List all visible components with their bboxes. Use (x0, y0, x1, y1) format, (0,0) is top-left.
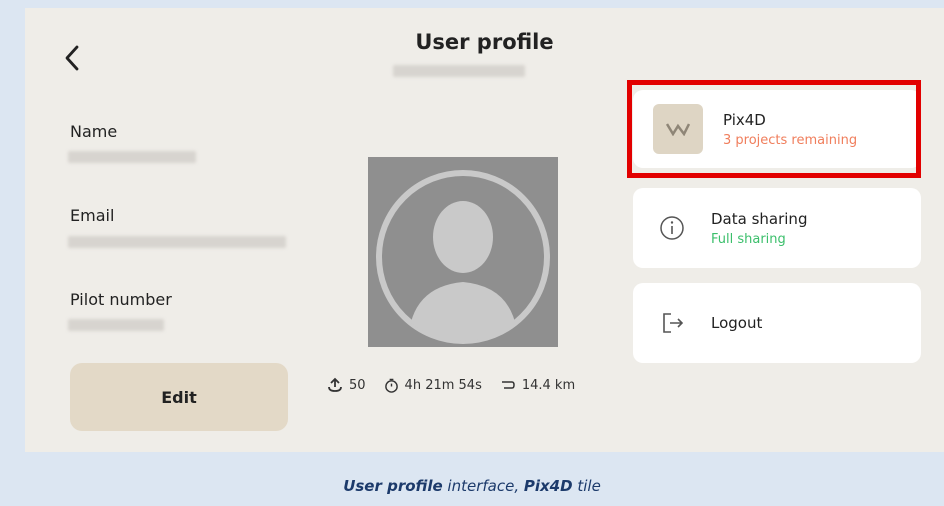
data-sharing-tile[interactable]: Data sharing Full sharing (633, 188, 921, 268)
profile-screen: User profile Name Email Pilot number Edi… (25, 8, 944, 452)
flight-time-value: 4h 21m 54s (404, 377, 482, 393)
caption-bold-1: User profile (343, 477, 443, 495)
edit-button-label: Edit (161, 387, 197, 407)
username-redacted (393, 65, 525, 77)
edit-button[interactable]: Edit (70, 363, 288, 431)
data-sharing-subtitle: Full sharing (711, 231, 786, 247)
timer-icon (384, 378, 398, 393)
uploads-stat: 50 (327, 377, 366, 393)
highlight-box (627, 80, 921, 178)
name-label: Name (70, 122, 118, 141)
logout-icon (663, 313, 684, 333)
caption-bold-2: Pix4D (523, 477, 573, 495)
logout-tile[interactable]: Logout (633, 283, 921, 363)
name-value-redacted (68, 151, 196, 163)
caption-text-1: interface, (442, 477, 524, 495)
email-label: Email (70, 206, 115, 225)
avatar-placeholder-icon (376, 170, 550, 344)
pilot-number-label: Pilot number (70, 290, 172, 309)
logout-title: Logout (711, 314, 763, 332)
caption-text-2: tile (572, 477, 601, 495)
flight-time-stat: 4h 21m 54s (384, 378, 482, 393)
distance-stat: 14.4 km (500, 378, 575, 393)
data-sharing-text: Data sharing Full sharing (711, 210, 807, 247)
figure-caption: User profile interface, Pix4D tile (0, 477, 944, 495)
distance-value: 14.4 km (521, 377, 576, 393)
page-title: User profile (415, 30, 554, 54)
flight-stats: 50 4h 21m 54s 14.4 km (327, 377, 587, 393)
upload-icon (328, 377, 342, 392)
data-sharing-title: Data sharing (711, 209, 808, 228)
info-icon (660, 216, 684, 240)
uploads-value: 50 (349, 377, 366, 393)
avatar[interactable] (368, 157, 558, 347)
pilot-number-value-redacted (68, 319, 164, 331)
email-value-redacted (68, 236, 286, 248)
distance-icon (501, 381, 515, 389)
